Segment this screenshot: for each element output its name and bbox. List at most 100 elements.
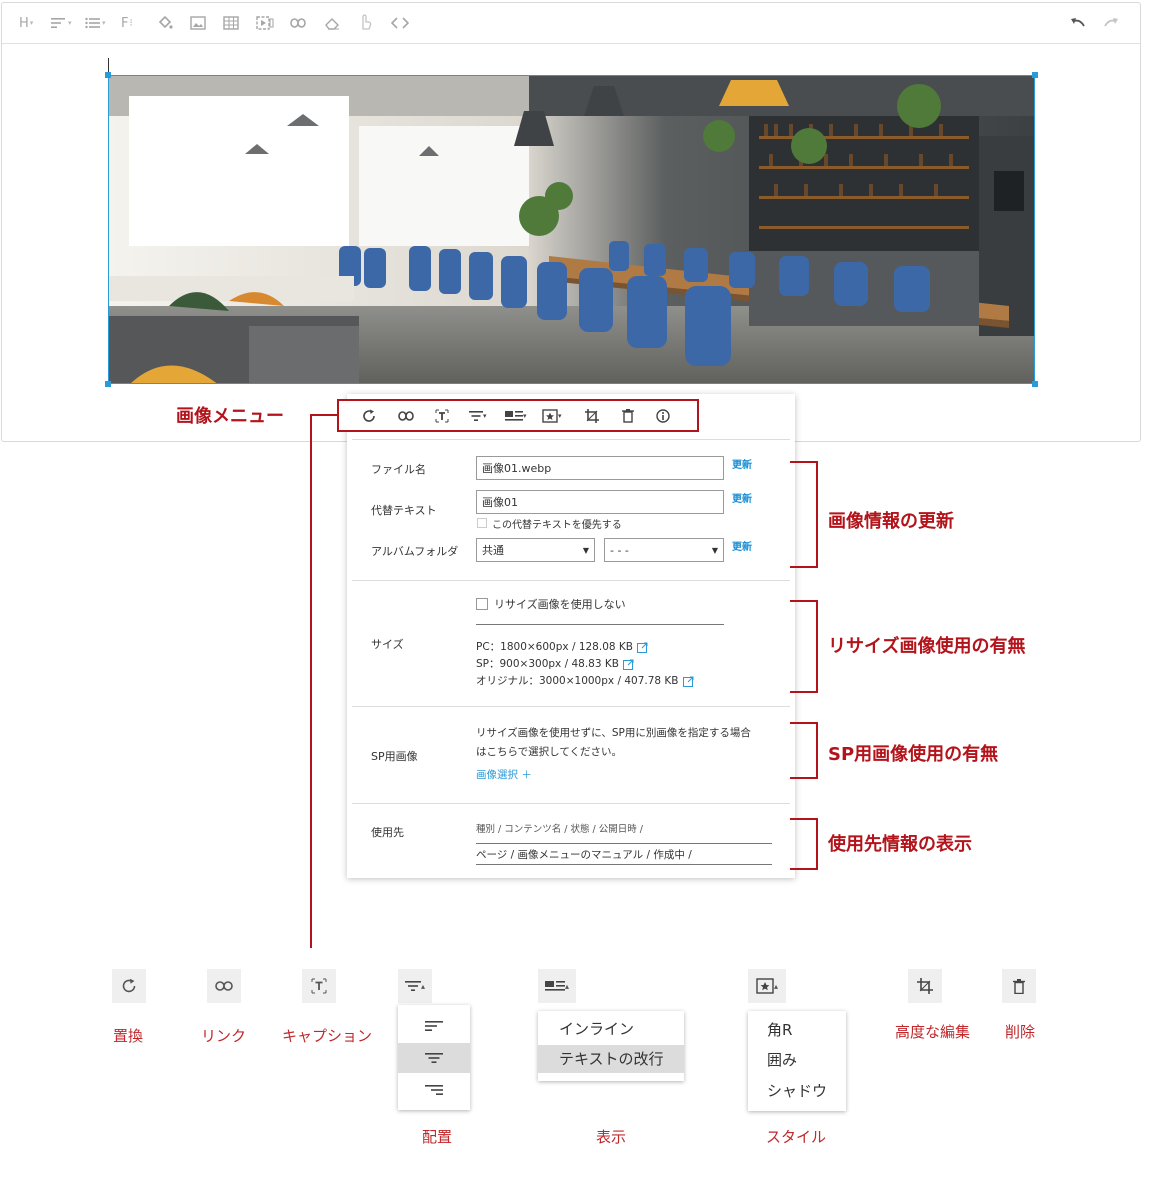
legend-replace-button[interactable] (112, 969, 146, 1003)
resize-handle-top-left[interactable] (105, 72, 111, 78)
display-dropdown: インライン テキストの改行 (538, 1011, 684, 1081)
external-link-icon[interactable] (622, 659, 634, 670)
alt-update-link[interactable]: 更新 (732, 490, 752, 505)
table-button[interactable] (223, 14, 239, 32)
caret-up-icon: ▴ (564, 981, 569, 991)
editor-toolbar: H ▾ ▾ ▾ F ⁝ (2, 3, 1140, 44)
touch-button[interactable] (358, 13, 372, 31)
filename-update-link[interactable]: 更新 (732, 456, 752, 471)
divider (352, 803, 790, 804)
legend-link-button[interactable] (207, 969, 241, 1003)
refresh-icon (122, 978, 136, 993)
legend-display-button[interactable]: ▴ (538, 969, 576, 1003)
undo-button[interactable] (1070, 14, 1086, 32)
link-icon (290, 18, 306, 28)
legend-crop-button[interactable] (908, 969, 942, 1003)
align-option-left[interactable] (398, 1011, 470, 1041)
delete-button[interactable] (622, 408, 634, 424)
list-button[interactable]: ▾ (85, 14, 106, 32)
alt-text-label: 代替テキスト (371, 504, 437, 517)
legend-style-label: スタイル (766, 1128, 827, 1146)
style-option-rounded[interactable]: 角R (767, 1019, 792, 1040)
redo-button[interactable] (1103, 14, 1119, 32)
image-button[interactable] (190, 14, 206, 32)
style-dropdown: 角R 囲み シャドウ (748, 1011, 846, 1111)
align-button[interactable]: ▾ (51, 14, 72, 32)
display-option-inline[interactable]: インライン (538, 1015, 684, 1043)
annotation-connector (310, 414, 312, 948)
caret-down-icon: ▾ (558, 412, 562, 420)
selected-image[interactable] (108, 75, 1035, 384)
album-folder-select[interactable]: 共通 ▼ (476, 538, 595, 562)
legend-style-button[interactable]: ▴ (748, 969, 786, 1003)
heading-button[interactable]: H ▾ (19, 14, 33, 32)
style-option-shadow[interactable]: シャドウ (767, 1080, 827, 1101)
underline (476, 864, 772, 865)
align-option-right[interactable] (398, 1075, 470, 1105)
legend-align-label: 配置 (422, 1128, 453, 1146)
style-button[interactable]: ▾ (542, 408, 562, 424)
link-button[interactable] (398, 408, 414, 424)
usage-table-row: ページ / 画像メニューのマニュアル / 作成中 / (476, 849, 692, 861)
size-orig-row: オリジナル：3000×1000px / 407.78 KB (476, 673, 694, 688)
divider (352, 706, 790, 707)
fill-color-button[interactable] (157, 14, 173, 32)
font-button[interactable]: F ⁝ (121, 14, 133, 32)
bracket-resize (790, 600, 818, 693)
align-center-icon (404, 981, 421, 991)
star-frame-icon (756, 978, 774, 994)
caption-button[interactable] (435, 408, 449, 424)
legend-align-button[interactable]: ▴ (398, 969, 432, 1003)
filename-label: ファイル名 (371, 463, 426, 476)
legend-caption-button[interactable] (302, 969, 336, 1003)
text-wrap-icon (505, 411, 523, 421)
album-update-link[interactable]: 更新 (732, 538, 752, 553)
code-icon (391, 17, 409, 29)
info-button[interactable] (656, 408, 670, 424)
legend-delete-button[interactable] (1002, 969, 1036, 1003)
no-resize-label: リサイズ画像を使用しない (494, 598, 626, 611)
legend-link-label: リンク (201, 1027, 247, 1045)
filename-input[interactable]: 画像01.webp (476, 456, 724, 480)
no-resize-checkbox[interactable] (476, 598, 488, 610)
legend-replace-label: 置換 (113, 1027, 144, 1045)
display-button[interactable]: ▾ (505, 408, 527, 424)
heading-label: H (19, 15, 29, 31)
media-button[interactable] (256, 14, 274, 32)
replace-button[interactable] (362, 408, 376, 424)
external-link-icon[interactable] (636, 642, 648, 653)
underline (476, 624, 724, 625)
resize-handle-bottom-right[interactable] (1032, 381, 1038, 387)
align-button[interactable]: ▾ (469, 408, 487, 424)
annotation-usage-info: 使用先情報の表示 (828, 834, 972, 855)
undo-icon (1071, 18, 1085, 27)
display-option-break[interactable]: テキストの改行 (538, 1045, 684, 1073)
resize-handle-bottom-left[interactable] (105, 381, 111, 387)
eraser-button[interactable] (324, 14, 340, 32)
media-icon (256, 16, 274, 30)
hand-pointer-icon (362, 14, 372, 30)
align-center-icon (469, 411, 483, 421)
resize-handle-top-right[interactable] (1032, 72, 1038, 78)
redo-icon (1104, 18, 1118, 27)
album-subfolder-select[interactable]: - - - ▼ (604, 538, 724, 562)
alt-priority-checkbox[interactable] (477, 518, 487, 528)
legend-caption-label: キャプション (282, 1027, 373, 1045)
alt-text-input[interactable]: 画像01 (476, 490, 724, 514)
crop-button[interactable] (585, 408, 599, 424)
trash-icon (622, 409, 634, 423)
style-option-border[interactable]: 囲み (767, 1049, 797, 1070)
external-link-icon[interactable] (682, 676, 694, 687)
link-button[interactable] (290, 14, 306, 32)
size-pc-row: PC：1800×600px / 128.08 KB (476, 639, 648, 654)
divider (352, 580, 790, 581)
font-label: F (121, 15, 129, 31)
chevron-down-icon: ▼ (582, 545, 589, 555)
paint-bucket-icon (158, 15, 173, 29)
source-code-button[interactable] (391, 14, 409, 32)
refresh-icon (363, 409, 375, 422)
sp-description-line-1: リサイズ画像を使用せずに、SP用に別画像を指定する場合 (476, 727, 751, 739)
annotation-info-update: 画像情報の更新 (828, 511, 954, 532)
sp-image-select-link[interactable]: 画像選択 ＋ (476, 767, 532, 782)
align-option-center[interactable] (398, 1043, 470, 1073)
